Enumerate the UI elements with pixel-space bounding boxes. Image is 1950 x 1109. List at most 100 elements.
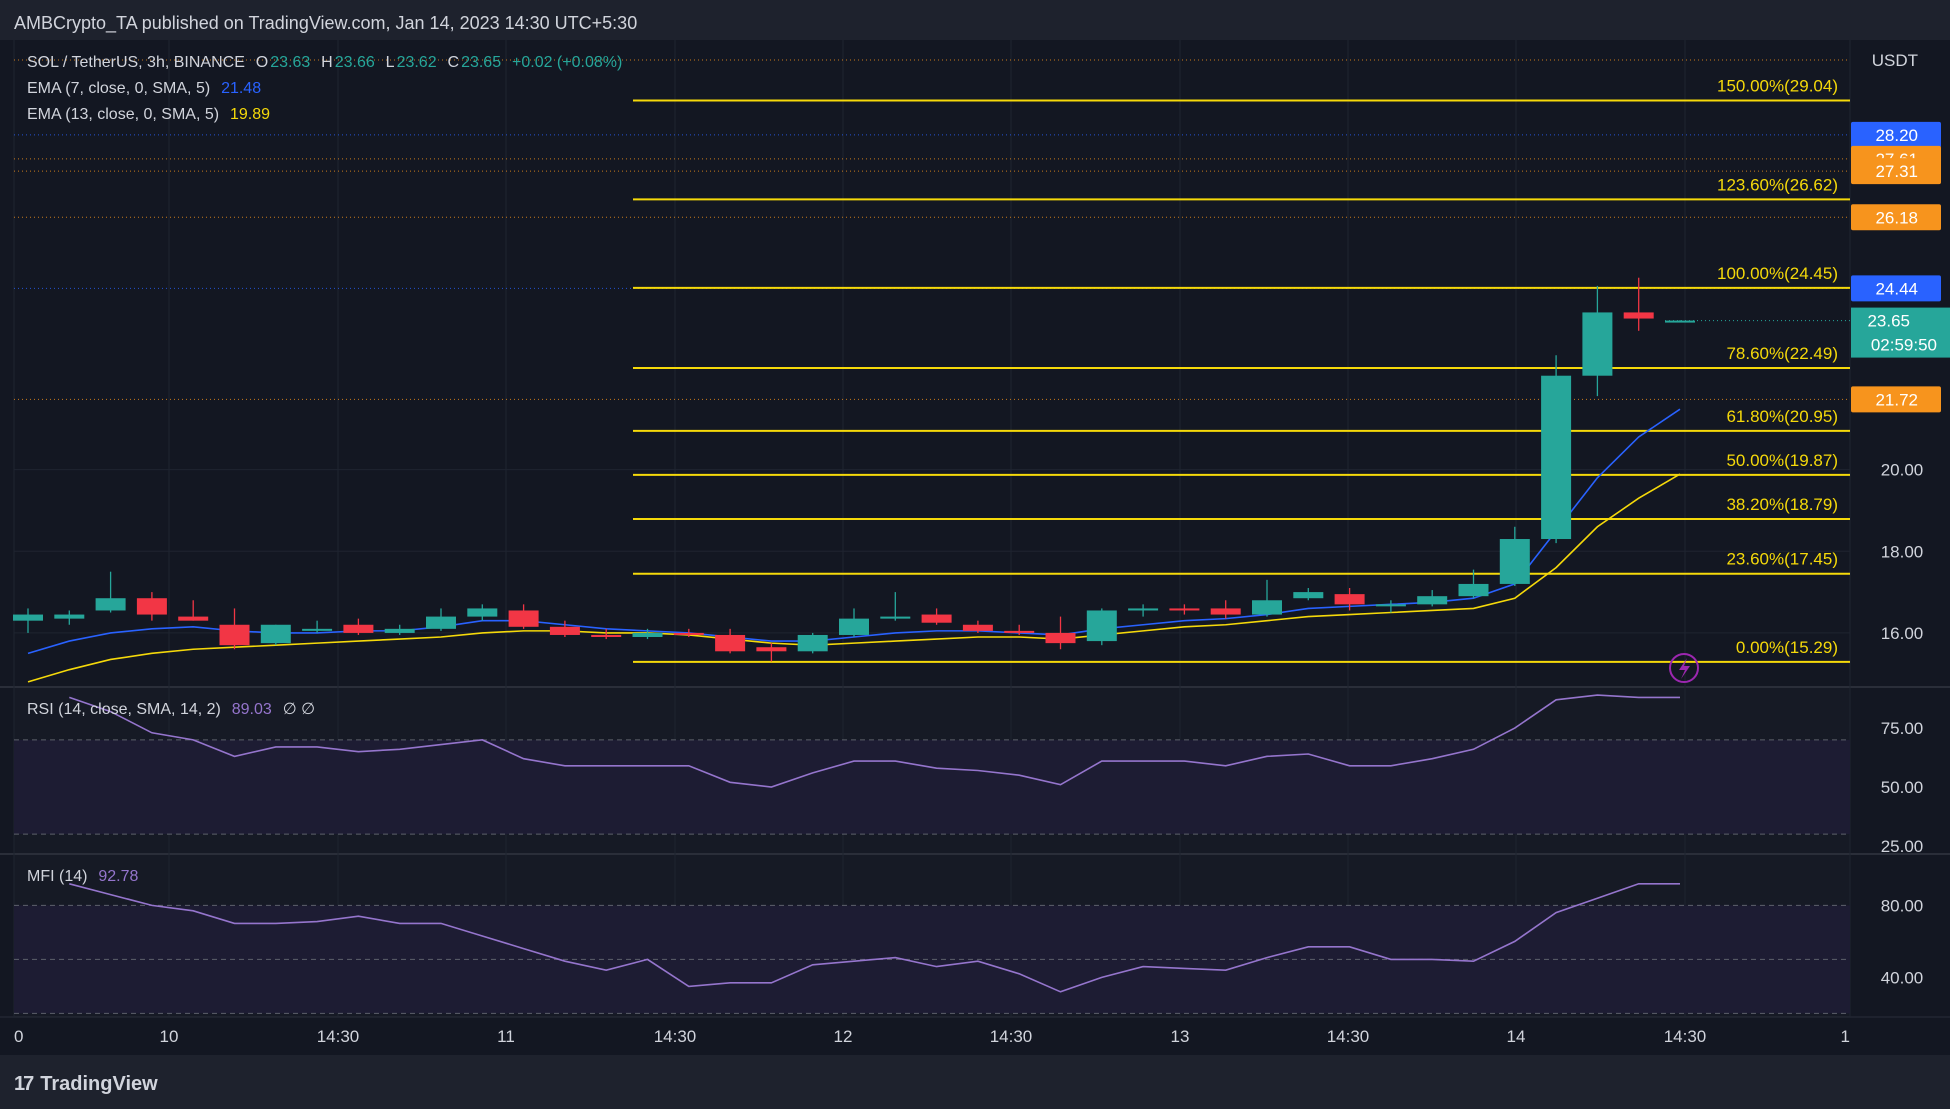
time-tick-label: 11: [497, 1027, 515, 1046]
candle-body[interactable]: [1128, 608, 1159, 611]
tradingview-logo[interactable]: 17 TradingView: [14, 1069, 158, 1099]
candle-body[interactable]: [880, 616, 911, 619]
rsi-tick-label: 75.00: [1881, 719, 1924, 738]
candle-body[interactable]: [178, 616, 209, 621]
candle-body[interactable]: [1086, 610, 1117, 642]
fib-level-label: 61.80%(20.95): [1726, 407, 1838, 426]
candle-body[interactable]: [797, 634, 828, 652]
candle-body[interactable]: [508, 610, 539, 627]
currency-label: USDT: [1872, 51, 1918, 70]
candle-body[interactable]: [756, 647, 787, 652]
candle-body[interactable]: [136, 598, 167, 615]
symbol-legend: SOL / TetherUS, 3h, BINANCE O 23.63 H 23.6…: [27, 53, 624, 73]
candle-body[interactable]: [1541, 375, 1572, 540]
price-tick-label: 20.00: [1881, 461, 1924, 480]
price-tag-text: 28.20: [1875, 126, 1918, 145]
time-tick-label: 14:30: [990, 1027, 1033, 1046]
rsi-extra: ∅ ∅: [282, 701, 316, 718]
candle-body[interactable]: [1499, 539, 1530, 584]
candle-body[interactable]: [962, 624, 993, 631]
candle-body[interactable]: [1210, 608, 1241, 615]
candle-body[interactable]: [839, 618, 869, 635]
candle-body[interactable]: [715, 634, 746, 652]
price-tag-text: 26.18: [1875, 208, 1918, 227]
time-tick-label: 10: [160, 1027, 179, 1046]
mfi-tick-label: 40.00: [1881, 968, 1924, 987]
candle-body[interactable]: [1582, 312, 1613, 376]
rsi-legend[interactable]: RSI (14, close, SMA, 14, 2) 89.03 ∅ ∅: [27, 700, 317, 720]
symbol-name[interactable]: SOL / TetherUS, 3h, BINANCE: [27, 54, 245, 71]
time-tick-label: 1: [1841, 1027, 1850, 1046]
time-tick-label: 13: [1171, 1027, 1190, 1046]
high-value: 23.66: [334, 54, 375, 71]
candle-body[interactable]: [1004, 630, 1035, 633]
candle-body[interactable]: [1334, 594, 1365, 605]
candle-body[interactable]: [426, 616, 456, 629]
price-tag-text: 21.72: [1875, 390, 1918, 409]
rsi-label: RSI (14, close, SMA, 14, 2): [27, 701, 221, 718]
open-value: 23.63: [270, 54, 311, 71]
rsi-band-fill: [14, 739, 1850, 835]
candle-body[interactable]: [1169, 608, 1200, 611]
time-tick-label: 14:30: [317, 1027, 360, 1046]
candle-body[interactable]: [632, 632, 663, 638]
time-tick-label: 14:30: [654, 1027, 697, 1046]
candle-body[interactable]: [591, 634, 622, 638]
mfi-tick-label: 80.00: [1881, 896, 1924, 915]
mfi-label: MFI (14): [27, 868, 88, 885]
candle-body[interactable]: [219, 624, 250, 646]
price-tick-label: 16.00: [1881, 624, 1924, 643]
time-tick-label: 12: [834, 1027, 853, 1046]
ema13-value: 19.89: [229, 106, 271, 123]
low-value: 23.62: [396, 54, 437, 71]
time-tick-label: 14: [1507, 1027, 1526, 1046]
fib-level-label: 0.00%(15.29): [1736, 638, 1838, 657]
candle-body[interactable]: [95, 598, 126, 611]
candle-body[interactable]: [549, 626, 580, 635]
candle-body[interactable]: [1045, 632, 1076, 644]
candle-body[interactable]: [343, 624, 374, 633]
fib-level-label: 50.00%(19.87): [1726, 451, 1838, 470]
time-tick-label: 14:30: [1327, 1027, 1370, 1046]
fib-level-label: 123.60%(26.62): [1717, 175, 1838, 194]
price-tick-label: 18.00: [1881, 542, 1924, 561]
candle-body[interactable]: [1417, 596, 1448, 605]
open-label: O: [255, 54, 269, 71]
fib-level-label: 78.60%(22.49): [1726, 344, 1838, 363]
low-label: L: [385, 54, 395, 71]
candle-body[interactable]: [302, 628, 333, 631]
high-label: H: [321, 54, 333, 71]
fib-level-label: 38.20%(18.79): [1726, 495, 1838, 514]
ema13-legend[interactable]: EMA (13, close, 0, SMA, 5) 19.89: [27, 105, 272, 125]
current-price-text: 23.65: [1867, 312, 1910, 331]
candle-body[interactable]: [467, 608, 498, 617]
candle-body[interactable]: [673, 632, 704, 635]
tradingview-logo-icon: 17: [14, 1072, 34, 1095]
candle-body[interactable]: [1293, 592, 1324, 599]
price-tag-text: 24.44: [1875, 279, 1918, 298]
candle-body[interactable]: [1623, 312, 1654, 319]
fib-level-label: 23.60%(17.45): [1726, 550, 1838, 569]
candle-body[interactable]: [54, 614, 85, 619]
mfi-legend[interactable]: MFI (14) 92.78: [27, 867, 140, 887]
candle-body[interactable]: [13, 614, 43, 621]
candle-body[interactable]: [260, 624, 291, 644]
candle-body[interactable]: [1252, 600, 1282, 615]
candle-body[interactable]: [921, 614, 952, 623]
candle-body[interactable]: [1375, 604, 1406, 607]
chart-canvas[interactable]: 0 10 14:30 11 14:30 12 14:30 13 14:30 14 14:30 1 16.…: [0, 0, 1950, 1109]
ema13-label: EMA (13, close, 0, SMA, 5): [27, 106, 220, 123]
change-value: +0.02 (+0.08%): [512, 54, 623, 71]
fib-level-label: 100.00%(24.45): [1717, 264, 1838, 283]
time-tick-label: 14:30: [1664, 1027, 1707, 1046]
ema7-label: EMA (7, close, 0, SMA, 5): [27, 80, 211, 97]
candle-body[interactable]: [384, 628, 415, 633]
countdown-text: 02:59:50: [1871, 336, 1937, 355]
time-tick-label: 0: [14, 1027, 23, 1046]
price-tag-text: 27.31: [1875, 162, 1918, 181]
candle-body[interactable]: [1458, 583, 1489, 597]
rsi-tick-label: 25.00: [1881, 837, 1924, 856]
ema7-legend[interactable]: EMA (7, close, 0, SMA, 5) 21.48: [27, 79, 263, 99]
rsi-value: 89.03: [231, 701, 272, 718]
close-value: 23.65: [461, 54, 502, 71]
